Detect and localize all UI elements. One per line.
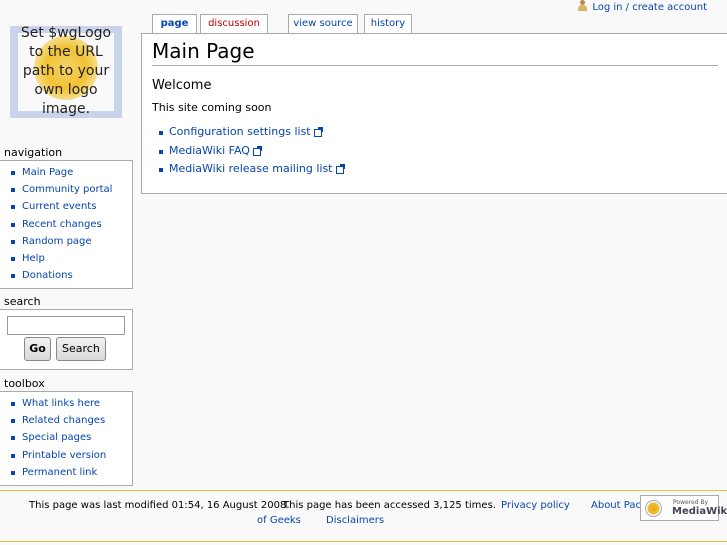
toolbox-item-related-changes[interactable]: Related changes: [0, 412, 132, 429]
external-link-icon: [335, 164, 345, 174]
tab-view-source[interactable]: view source: [288, 14, 358, 33]
toolbox-heading: toolbox: [4, 377, 45, 390]
sidebar-item-community-portal[interactable]: Community portal: [0, 181, 132, 198]
search-heading: search: [4, 295, 41, 308]
sidebar-item-random-page[interactable]: Random page: [0, 233, 132, 250]
sidebar-item-main-page[interactable]: Main Page: [0, 164, 132, 181]
mailing-list-link[interactable]: MediaWiki release mailing list: [169, 162, 333, 175]
tab-history-label[interactable]: history: [371, 18, 405, 29]
sidebar-item-label[interactable]: Random page: [22, 236, 92, 247]
body-paragraph: This site coming soon: [152, 101, 272, 114]
footer: This page was last modified 01:54, 16 Au…: [0, 490, 727, 542]
sidebar-item-label[interactable]: Community portal: [22, 184, 112, 195]
tab-page[interactable]: page: [152, 14, 197, 34]
powered-by-label: Powered By: [673, 499, 709, 506]
sidebar-item-current-events[interactable]: Current events: [0, 198, 132, 215]
sidebar-item-help[interactable]: Help: [0, 250, 132, 267]
sidebar-item-label[interactable]: Current events: [22, 201, 96, 212]
search-input[interactable]: [7, 316, 125, 335]
go-button[interactable]: Go: [24, 337, 51, 361]
toolbox-item-label[interactable]: Special pages: [22, 432, 91, 443]
list-item: MediaWiki release mailing list: [152, 160, 345, 179]
sidebar-item-label[interactable]: Recent changes: [22, 219, 102, 230]
toolbox-portlet: toolbox What links here Related changes …: [0, 377, 133, 486]
search-body: Go Search: [0, 309, 133, 370]
mediawiki-faq-link[interactable]: MediaWiki FAQ: [169, 144, 250, 157]
tab-discussion[interactable]: discussion: [200, 14, 268, 33]
tab-view-source-label[interactable]: view source: [293, 18, 352, 29]
list-item: Configuration settings list: [152, 123, 345, 142]
search-portlet: search Go Search: [0, 295, 133, 370]
privacy-policy-link[interactable]: Privacy policy: [501, 499, 570, 512]
tab-discussion-label[interactable]: discussion: [208, 18, 260, 29]
navigation-body: Main Page Community portal Current event…: [0, 160, 133, 289]
tab-page-label[interactable]: page: [161, 18, 189, 29]
powered-by-mediawiki-badge[interactable]: Powered By MediaWiki: [640, 495, 727, 521]
disclaimers-link[interactable]: Disclaimers: [326, 514, 384, 527]
login-link[interactable]: Log in / create account: [592, 2, 707, 13]
about-link-part2[interactable]: of Geeks: [257, 514, 301, 527]
page-title: Main Page: [152, 38, 718, 66]
toolbox-item-permanent-link[interactable]: Permanent link: [0, 464, 132, 481]
sidebar-item-recent-changes[interactable]: Recent changes: [0, 216, 132, 233]
external-link-icon: [252, 145, 262, 156]
site-logo[interactable]: Set $wgLogo to the URL path to your own …: [4, 22, 128, 122]
search-button[interactable]: Search: [56, 337, 106, 361]
search-buttons: Go Search: [0, 337, 132, 361]
user-icon: [577, 0, 588, 11]
toolbox-item-label[interactable]: Related changes: [22, 415, 105, 426]
toolbox-item-what-links-here[interactable]: What links here: [0, 395, 132, 412]
list-item: MediaWiki FAQ: [152, 142, 345, 161]
sidebar-item-label[interactable]: Main Page: [22, 167, 73, 178]
navigation-heading: navigation: [4, 146, 63, 159]
logo-placeholder-text: Set $wgLogo to the URL path to your own …: [20, 25, 112, 117]
config-settings-link[interactable]: Configuration settings list: [169, 125, 311, 138]
mediawiki-label: MediaWiki: [672, 506, 727, 517]
external-links-list: Configuration settings list MediaWiki FA…: [152, 123, 345, 179]
toolbox-item-label[interactable]: What links here: [22, 398, 100, 409]
toolbox-item-printable-version[interactable]: Printable version: [0, 447, 132, 464]
view-count-text: This page has been accessed 3,125 times.: [283, 500, 496, 511]
toolbox-item-special-pages[interactable]: Special pages: [0, 429, 132, 446]
about-link-part1[interactable]: About Pack: [591, 499, 647, 512]
toolbox-body: What links here Related changes Special …: [0, 391, 133, 486]
external-link-icon: [313, 127, 323, 137]
mediawiki-logo-icon: [645, 500, 662, 517]
main-content: Main Page Welcome This site coming soon …: [141, 33, 727, 194]
toolbox-item-label[interactable]: Printable version: [22, 450, 106, 461]
navigation-portlet: navigation Main Page Community portal Cu…: [0, 146, 133, 289]
toolbox-item-label[interactable]: Permanent link: [22, 467, 97, 478]
last-modified-text: This page was last modified 01:54, 16 Au…: [29, 500, 290, 511]
personal-tools: Log in / create account: [577, 0, 707, 13]
sidebar-item-donations[interactable]: Donations: [0, 267, 132, 284]
sidebar-item-label[interactable]: Donations: [22, 270, 73, 281]
tab-history[interactable]: history: [364, 14, 412, 33]
section-heading: Welcome: [152, 78, 212, 93]
sidebar-item-label[interactable]: Help: [22, 253, 45, 264]
